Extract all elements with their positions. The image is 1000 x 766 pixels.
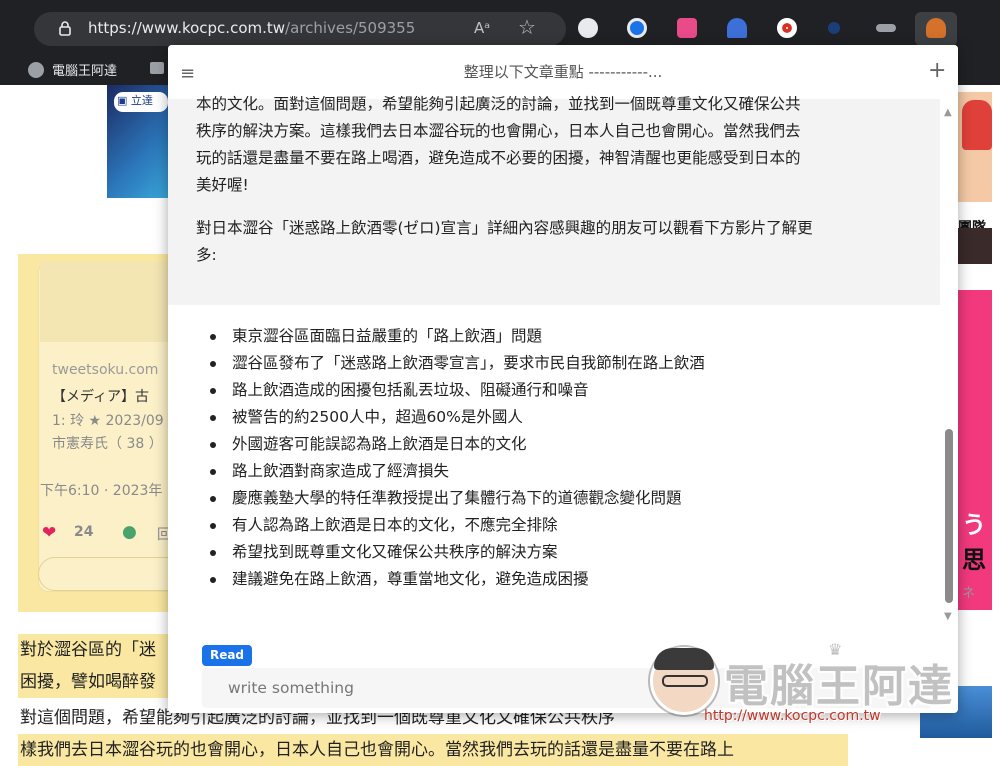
list-item: 澀谷區發布了「迷惑路上飲酒零宣言」，要求市民自我節制在路上飲酒 bbox=[210, 350, 705, 377]
lock-icon[interactable] bbox=[58, 20, 72, 36]
bookmark-item[interactable]: 電腦王阿達 bbox=[28, 60, 117, 79]
list-item: 有人認為路上飲酒是日本的文化，不應完全排除 bbox=[210, 512, 705, 539]
right-dark-block bbox=[958, 228, 992, 264]
list-item: 路上飲酒對商家造成了經濟損失 bbox=[210, 458, 705, 485]
tweet-image bbox=[40, 262, 170, 342]
list-item: 外國遊客可能誤認為路上飲酒是日本的文化 bbox=[210, 431, 705, 458]
user-message-line-2: 秩序的解決方案。這樣我們去日本澀谷玩的也會開心，日本人自己也會開心。當然我們去 bbox=[196, 122, 801, 140]
extension-6-icon[interactable] bbox=[828, 22, 840, 34]
extension-1-icon[interactable] bbox=[578, 18, 598, 38]
ad-logo: ▣ 立達 bbox=[114, 92, 168, 112]
right-text-3: 思 bbox=[962, 546, 986, 574]
list-item: 路上飲酒造成的困擾包括亂丟垃圾、阻礙通行和噪音 bbox=[210, 377, 705, 404]
scroll-up-arrow-icon[interactable]: ▲ bbox=[944, 107, 952, 118]
right-text-2: う bbox=[962, 511, 986, 539]
tweet-likes: 24 bbox=[74, 524, 94, 540]
favorite-star-icon[interactable]: ☆ bbox=[518, 15, 536, 39]
url-text[interactable]: https://www.kocpc.com.tw/archives/509355 bbox=[88, 19, 415, 37]
tweet-pill-button[interactable] bbox=[38, 557, 170, 591]
extension-7-icon[interactable] bbox=[876, 24, 896, 32]
tweet-source[interactable]: tweetsoku.com bbox=[52, 362, 158, 378]
globe-icon bbox=[28, 62, 44, 78]
watermark-url: http://www.kocpc.com.tw bbox=[704, 708, 881, 724]
url-path: /archives/509355 bbox=[285, 19, 416, 37]
read-badge[interactable]: Read bbox=[202, 645, 252, 666]
scroll-down-arrow-icon[interactable]: ▼ bbox=[944, 611, 952, 622]
panel-title: 整理以下文章重點 -----------... bbox=[463, 63, 663, 81]
user-message-line-5: 對日本澀谷「迷惑路上飲酒零(ゼロ)宣言」詳細內容感興趣的朋友可以觀看下方影片了解… bbox=[196, 219, 813, 237]
right-text-4: ネ bbox=[962, 586, 976, 601]
list-item: 被警告的約2500人中，超過60%是外國人 bbox=[210, 404, 705, 431]
scrollbar-thumb[interactable] bbox=[945, 429, 953, 603]
new-chat-plus-icon[interactable]: + bbox=[928, 58, 946, 83]
watermark-mascot-hair bbox=[654, 648, 714, 670]
read-aloud-icon[interactable]: Aᵃ bbox=[474, 19, 490, 37]
list-item: 希望找到既尊重文化又確保公共秩序的解決方案 bbox=[210, 539, 705, 566]
article-line-4: 樣我們去日本澀谷玩的也會開心，日本人自己也會開心。當然我們去玩的話還是盡量不要在… bbox=[18, 734, 848, 766]
user-message-line-6: 多: bbox=[196, 246, 217, 264]
tweet-author: 市憲寿氏（ 38 ） bbox=[52, 436, 163, 452]
chat-panel: ≡ 整理以下文章重點 -----------... + 本的文化。面對這個問題，… bbox=[168, 45, 958, 713]
tweet-title: 【メディア】古 bbox=[52, 389, 150, 405]
tweet-time: 下午6:10 · 2023年 bbox=[40, 483, 163, 499]
right-ad-figure bbox=[962, 100, 992, 150]
list-item: 建議避免在路上飲酒，尊重當地文化，避免造成困擾 bbox=[210, 566, 705, 593]
list-item: 慶應義塾大學的特任準教授提出了集體行為下的道德觀念變化問題 bbox=[210, 485, 705, 512]
article-line-2: 困擾，譬如喝醉發 bbox=[18, 666, 170, 698]
extension-8-icon[interactable] bbox=[926, 18, 946, 38]
bookmark-label: 電腦王阿達 bbox=[52, 64, 118, 79]
heart-icon[interactable]: ❤ bbox=[42, 523, 56, 543]
user-message-line-3: 玩的話還是盡量不要在路上喝酒，避免造成不必要的困擾，神智清醒也更能感受到日本的 bbox=[196, 149, 801, 167]
watermark-brand: 電腦王阿達 bbox=[724, 661, 954, 712]
reply-bubble-icon[interactable]: ● bbox=[122, 522, 137, 542]
user-message-line-1: 本的文化。面對這個問題，希望能夠引起廣泛的討論，並找到一個既尊重文化又確保公共 bbox=[196, 95, 801, 113]
url-host: https://www.kocpc.com.tw bbox=[88, 19, 286, 37]
comment-icon[interactable] bbox=[150, 62, 164, 74]
extension-4-icon[interactable] bbox=[727, 18, 747, 38]
extension-3-icon[interactable] bbox=[677, 18, 697, 38]
user-message-line-4: 美好喔! bbox=[196, 176, 249, 194]
summary-list: 東京澀谷區面臨日益嚴重的「路上飲酒」問題 澀谷區發布了「迷惑路上飲酒零宣言」，要… bbox=[210, 323, 705, 593]
list-item: 東京澀谷區面臨日益嚴重的「路上飲酒」問題 bbox=[210, 323, 705, 350]
extension-2-icon[interactable] bbox=[627, 18, 647, 38]
tweet-meta: 1: 玲 ★ 2023/09 bbox=[52, 413, 164, 429]
article-line-1: 對於澀谷區的「迷 bbox=[18, 634, 170, 666]
extension-5-icon[interactable] bbox=[777, 18, 797, 38]
watermark-mascot-glasses bbox=[662, 675, 708, 687]
